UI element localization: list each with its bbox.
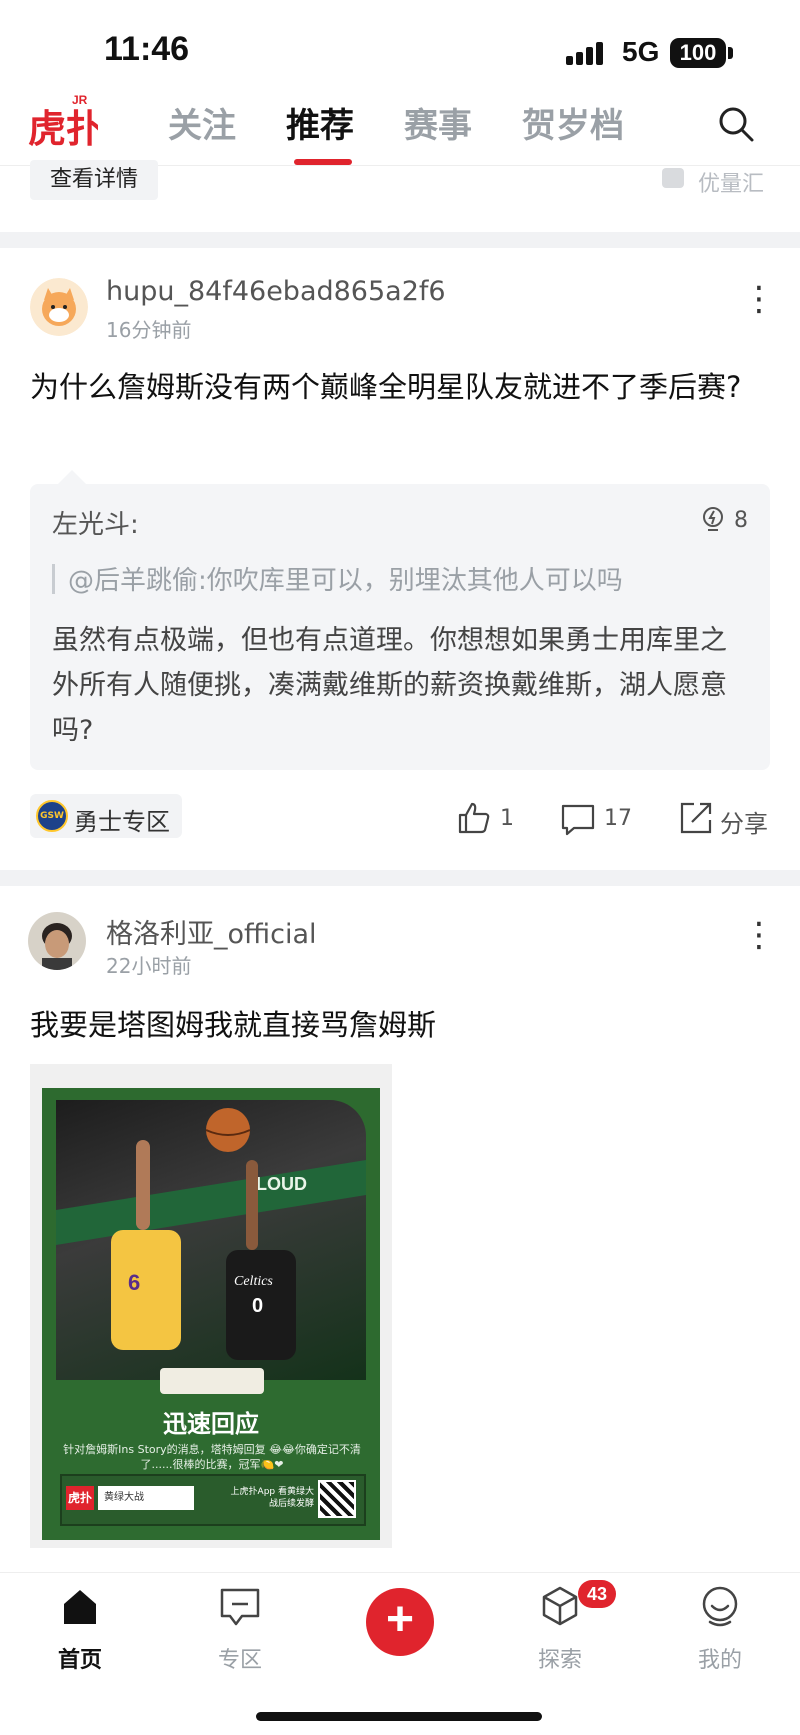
search-icon[interactable] [716, 104, 756, 144]
zone-label[interactable]: 勇士专区 [74, 802, 170, 837]
reply-body: 虽然有点极端，但也有点道理。你想想如果勇士用库里之外所有人随便挑，凑满戴维斯的薪… [52, 625, 727, 746]
comment-count[interactable]: 17 [604, 806, 632, 831]
nav-explore[interactable]: 探索 [515, 1642, 605, 1674]
gsw-logo: GSW [36, 800, 68, 832]
jersey-right-number: 0 [252, 1295, 263, 1317]
banner-text: LOUD [256, 1174, 307, 1194]
image-headline: 迅速回应 [163, 1410, 259, 1438]
battery-tip [728, 47, 733, 59]
like-count[interactable]: 1 [500, 806, 514, 831]
logo-text: 虎扑 [28, 107, 98, 151]
thumbs-up-icon[interactable] [456, 800, 492, 836]
post-title[interactable]: 为什么詹姆斯没有两个巅峰全明星队友就进不了季后赛? [30, 364, 770, 410]
tab-games[interactable]: 赛事 [404, 98, 472, 147]
home-icon[interactable] [58, 1584, 102, 1628]
battery-indicator: 100 [670, 38, 726, 68]
network-type: 5G [622, 36, 660, 67]
nav-zone[interactable]: 专区 [195, 1642, 285, 1674]
tab-new-year[interactable]: 贺岁档 [522, 98, 624, 147]
comment-icon[interactable] [560, 802, 596, 838]
view-details-button[interactable]: 查看详情 [30, 160, 158, 200]
tab-follow[interactable]: 关注 [168, 98, 236, 147]
quote-bar [52, 564, 55, 594]
post-username[interactable]: hupu_84f46ebad865a2f6 [106, 276, 446, 307]
post-title[interactable]: 我要是塔图姆我就直接骂詹姆斯 [30, 1002, 770, 1048]
hupu-logo[interactable]: 虎扑 JR [26, 88, 98, 152]
jersey-team: Celtics [234, 1274, 273, 1289]
image-subtext: 针对詹姆斯Ins Story的消息，塔特姆回复 😂😂你确定记不清了......很… [63, 1443, 361, 1471]
logo-badge: JR [72, 93, 88, 107]
tab-recommend[interactable]: 推荐 [286, 98, 354, 147]
emoji-strip [160, 1368, 264, 1394]
image-download-text: 上虎扑App 看黄绿大战后续发酵 [230, 1487, 314, 1509]
explore-icon[interactable] [538, 1584, 582, 1628]
reply-author: 左光斗: [52, 510, 139, 540]
image-search-box: 黄绿大战 [98, 1486, 194, 1510]
reply-to-text: @后羊跳偷:你吹库里可以，别埋汰其他人可以吗 [68, 566, 623, 596]
explore-badge: 43 [578, 1580, 616, 1608]
quote-notch [58, 470, 86, 484]
section-gap [0, 870, 800, 886]
reply-like-count: 8 [734, 508, 748, 533]
ad-source-icon [662, 168, 684, 188]
share-label[interactable]: 分享 [720, 804, 768, 839]
more-options-icon[interactable]: ⋮ [742, 918, 776, 952]
section-gap [0, 232, 800, 248]
post-username[interactable]: 格洛利亚_official [106, 912, 317, 951]
more-options-icon[interactable]: ⋮ [742, 282, 776, 316]
game-photo: LOUD 6 Celtics 0 [56, 1100, 366, 1380]
home-indicator [256, 1712, 542, 1721]
share-icon[interactable] [678, 800, 714, 836]
jersey-left-number: 6 [128, 1270, 140, 1295]
nav-home[interactable]: 首页 [35, 1642, 125, 1674]
post-time: 16分钟前 [106, 318, 192, 342]
signal-icon [566, 42, 603, 65]
avatar[interactable] [30, 278, 88, 336]
portrait-avatar-icon [28, 912, 86, 970]
lightbulb-icon [703, 507, 723, 531]
create-post-button[interactable]: + [366, 1588, 434, 1656]
post-time: 22小时前 [106, 954, 192, 978]
zone-icon[interactable] [218, 1584, 262, 1628]
status-time: 11:46 [104, 30, 190, 68]
cat-avatar-icon [30, 278, 88, 336]
profile-icon[interactable] [698, 1584, 742, 1628]
avatar[interactable] [28, 912, 86, 970]
ad-source-label: 优量汇 [698, 172, 765, 197]
qr-code [318, 1480, 356, 1518]
nav-profile[interactable]: 我的 [675, 1642, 765, 1674]
image-brand: 虎扑 [66, 1486, 94, 1510]
